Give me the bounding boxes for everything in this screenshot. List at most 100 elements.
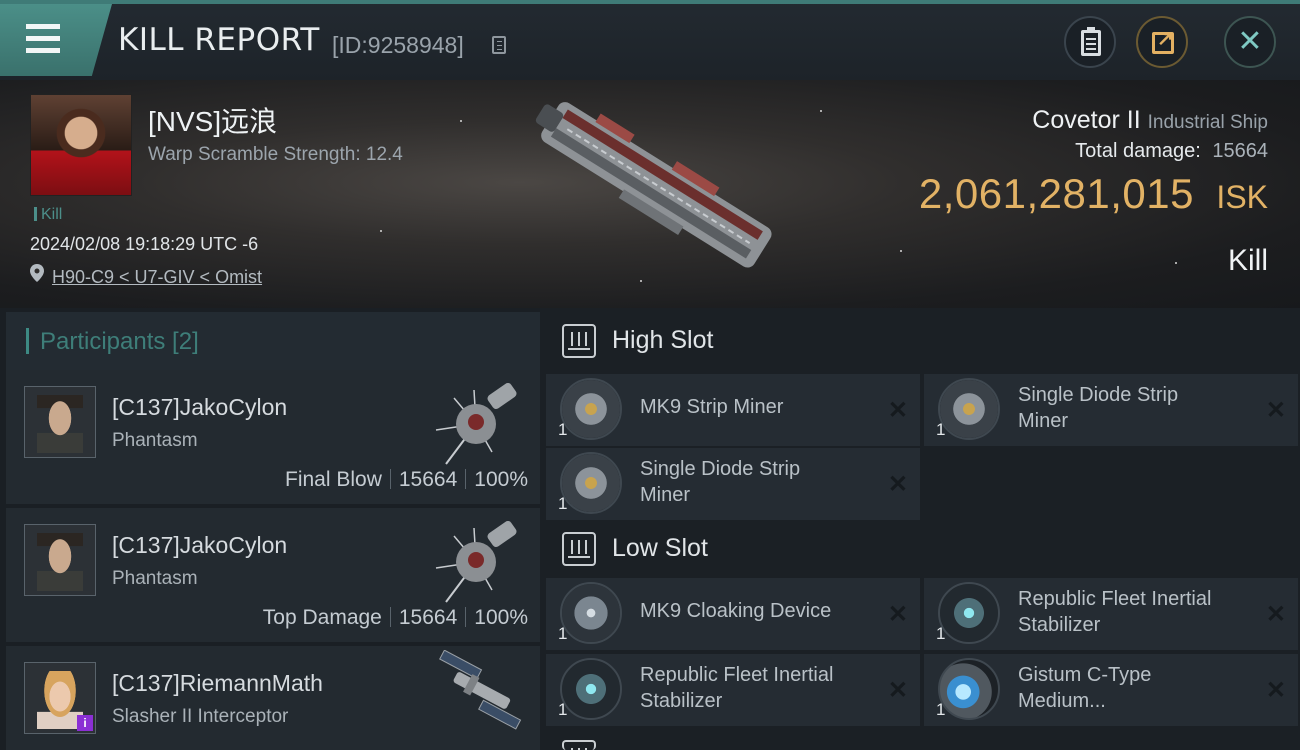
fitting-panel: High Slot 1 MK9 Strip Miner ✕ 1 Single D… bbox=[540, 308, 1300, 750]
participant-name: [C137]JakoCylon bbox=[112, 394, 288, 420]
cloaking-device-icon bbox=[560, 582, 622, 644]
participant-damage: 15664 bbox=[398, 606, 458, 629]
report-id: [ID:9258948] bbox=[332, 32, 464, 58]
low-slot-header[interactable]: Low Slot bbox=[546, 518, 1300, 582]
module-slot[interactable]: 1 Single Diode Strip Miner ✕ bbox=[924, 374, 1298, 446]
participant-ship-image bbox=[435, 520, 517, 603]
module-name-line1: Single Diode Strip bbox=[1018, 384, 1179, 406]
close-button[interactable]: ✕ bbox=[1224, 16, 1276, 68]
module-name-line1: Republic Fleet Inertial bbox=[1018, 588, 1212, 610]
total-damage-label: Total damage: bbox=[1075, 140, 1201, 162]
avatar: i bbox=[24, 662, 96, 734]
menu-button[interactable] bbox=[0, 4, 112, 76]
strip-miner-icon bbox=[938, 378, 1000, 440]
participant-ship-image bbox=[435, 382, 517, 465]
low-slot-icon bbox=[562, 532, 596, 566]
participant-role: Final Blow bbox=[285, 468, 382, 491]
module-slot[interactable]: 1 MK9 Strip Miner ✕ bbox=[546, 374, 920, 446]
participant-ship-image bbox=[439, 650, 522, 730]
avatar bbox=[24, 386, 96, 458]
participant-card[interactable]: [C137]JakoCylon Phantasm Top Damage 15664… bbox=[6, 508, 540, 642]
module-name-line2: Stabilizer bbox=[640, 690, 723, 712]
next-slot-header[interactable] bbox=[546, 732, 1300, 750]
avatar bbox=[24, 524, 96, 596]
module-quantity: 1 bbox=[558, 420, 568, 439]
victim-portrait[interactable] bbox=[30, 94, 132, 196]
remove-icon[interactable]: ✕ bbox=[1266, 396, 1286, 425]
module-quantity: 1 bbox=[558, 700, 568, 719]
module-slot[interactable]: 1 Single Diode Strip Miner ✕ bbox=[546, 448, 920, 520]
remove-icon[interactable]: ✕ bbox=[888, 676, 908, 705]
kill-datetime: 2024/02/08 19:18:29 UTC -6 bbox=[30, 234, 259, 254]
kill-tag: Kill bbox=[34, 206, 62, 224]
share-button[interactable] bbox=[1136, 16, 1188, 68]
participant-damage: 15664 bbox=[398, 468, 458, 491]
participant-stats: Top Damage 15664 100% bbox=[263, 606, 528, 630]
participant-percent: 100% bbox=[474, 468, 528, 491]
participants-panel: Participants [2] [C137]JakoCylon Phantas… bbox=[0, 308, 540, 750]
participants-header[interactable]: Participants [2] bbox=[6, 312, 540, 370]
module-name: MK9 Strip Miner bbox=[640, 396, 784, 418]
warp-scramble-strength: Warp Scramble Strength: 12.4 bbox=[148, 144, 403, 165]
top-accent-line bbox=[0, 0, 1300, 4]
participant-role: Top Damage bbox=[262, 606, 382, 629]
high-slot-icon bbox=[562, 324, 596, 358]
total-damage: Total damage: 15664 bbox=[1075, 140, 1268, 163]
module-name-line2: Miner bbox=[640, 484, 691, 506]
strip-miner-icon bbox=[560, 452, 622, 514]
remove-icon[interactable]: ✕ bbox=[1266, 676, 1286, 705]
participant-stats: Final Blow 15664 100% bbox=[285, 468, 528, 492]
high-slot-header[interactable]: High Slot bbox=[546, 310, 1300, 374]
page-title: KILL REPORT bbox=[118, 22, 320, 58]
remove-icon[interactable]: ✕ bbox=[888, 600, 908, 629]
participant-percent: 100% bbox=[474, 606, 528, 629]
participant-name: [C137]JakoCylon bbox=[112, 532, 288, 558]
inertial-stabilizer-icon bbox=[938, 582, 1000, 644]
participants-title: Participants [2] bbox=[40, 328, 199, 355]
remove-icon[interactable]: ✕ bbox=[1266, 600, 1286, 629]
location-link[interactable]: H90-C9 < U7-GIV < Omist bbox=[52, 267, 262, 288]
module-slot[interactable]: 1 MK9 Cloaking Device ✕ bbox=[546, 578, 920, 650]
module-name-line1: Republic Fleet Inertial bbox=[640, 664, 834, 686]
module-name-line2: Miner bbox=[1018, 410, 1069, 432]
remove-icon[interactable]: ✕ bbox=[888, 396, 908, 425]
clipboard-icon bbox=[1081, 27, 1101, 56]
victim-ship-image[interactable] bbox=[505, 90, 795, 300]
high-slot-title: High Slot bbox=[612, 326, 714, 354]
module-name: MK9 Cloaking Device bbox=[640, 600, 832, 622]
module-quantity: 1 bbox=[558, 494, 568, 513]
module-quantity: 1 bbox=[936, 420, 946, 439]
participant-ship: Phantasm bbox=[112, 430, 198, 451]
module-quantity: 1 bbox=[558, 624, 568, 643]
total-damage-value: 15664 bbox=[1212, 140, 1268, 162]
kill-summary: [NVS]远浪 Warp Scramble Strength: 12.4 Kil… bbox=[0, 80, 1300, 308]
module-slot[interactable]: 1 Republic Fleet Inertial Stabilizer ✕ bbox=[924, 578, 1298, 650]
isk-value: 2,061,281,015 bbox=[918, 170, 1194, 217]
ship-name[interactable]: Covetor II Industrial Ship bbox=[1032, 106, 1268, 135]
isk-unit: ISK bbox=[1216, 179, 1268, 215]
ship-class: Industrial Ship bbox=[1147, 112, 1268, 133]
module-quantity: 1 bbox=[936, 700, 946, 719]
module-name-line2: Medium... bbox=[1018, 690, 1106, 712]
module-name-line1: Single Diode Strip bbox=[640, 458, 801, 480]
remove-icon[interactable]: ✕ bbox=[888, 470, 908, 499]
inertial-stabilizer-icon bbox=[560, 658, 622, 720]
module-name-line2: Stabilizer bbox=[1018, 614, 1101, 636]
isk-value-row: 2,061,281,015 ISK bbox=[919, 170, 1268, 218]
info-badge-icon: i bbox=[77, 715, 93, 731]
module-slot[interactable]: 1 Gistum C-Type Medium... ✕ bbox=[924, 654, 1298, 726]
participant-card[interactable]: [C137]JakoCylon Phantasm Final Blow 15664… bbox=[6, 370, 540, 504]
victim-name[interactable]: [NVS]远浪 bbox=[148, 100, 277, 140]
module-name-line1: Gistum C-Type bbox=[1018, 664, 1152, 686]
participant-card[interactable]: i [C137]RiemannMath Slasher II Intercept… bbox=[6, 646, 540, 750]
close-icon: ✕ bbox=[1237, 25, 1263, 58]
top-bar: KILL REPORT [ID:9258948] ✕ bbox=[0, 0, 1300, 80]
ship-name-text: Covetor II bbox=[1032, 106, 1141, 134]
kill-result: Kill bbox=[1227, 244, 1268, 277]
module-slot[interactable]: 1 Republic Fleet Inertial Stabilizer ✕ bbox=[546, 654, 920, 726]
location-pin-icon bbox=[30, 264, 44, 282]
participant-ship: Slasher II Interceptor bbox=[112, 706, 289, 727]
copy-icon[interactable] bbox=[492, 36, 506, 54]
participant-name: [C137]RiemannMath bbox=[112, 670, 323, 696]
clipboard-button[interactable] bbox=[1064, 16, 1116, 68]
